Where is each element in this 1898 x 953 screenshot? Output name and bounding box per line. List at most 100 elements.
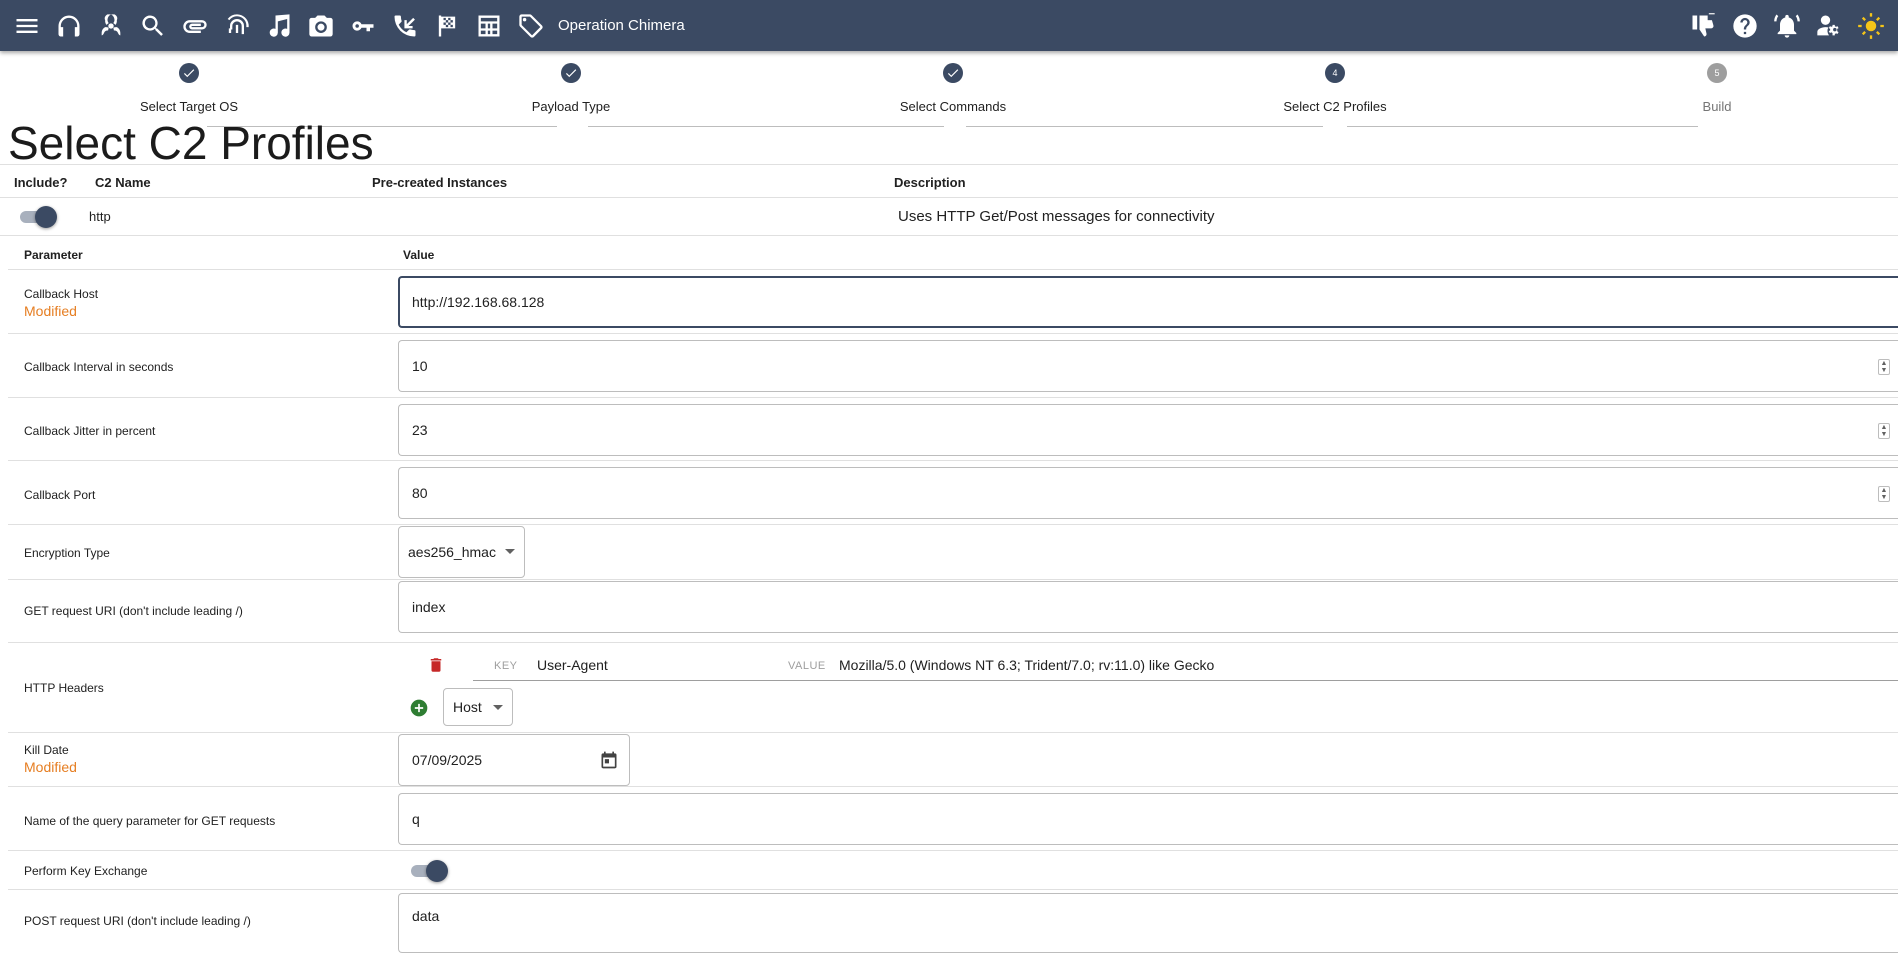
param-label: Callback Jitter in percent [24,424,156,438]
step-connector [588,126,944,127]
param-label: Callback Host [24,287,99,301]
param-label: POST request URI (don't include leading … [24,914,251,928]
step-label: Payload Type [531,99,611,114]
add-header-icon[interactable] [409,698,429,718]
user-settings-icon[interactable] [1808,5,1850,47]
encryption-type-select[interactable]: aes256_hmac [398,526,525,578]
callback-interval-input[interactable]: 10 ▲ ▼ [398,340,1898,392]
param-row-get-uri: GET request URI (don't include leading /… [8,580,1898,643]
check-icon [179,63,199,83]
c2-table-header: Include? C2 Name Pre-created Instances D… [0,164,1898,198]
build-stepper: Select Target OS Payload Type Select Com… [0,51,1898,127]
param-row-query-parameter: Name of the query parameter for GET requ… [8,787,1898,851]
param-label: HTTP Headers [24,681,104,695]
kill-date-input[interactable]: 07/09/2025 [398,734,630,786]
modified-label: Modified [24,303,77,319]
camera-icon[interactable] [300,5,342,47]
top-app-bar: Operation Chimera [0,0,1898,51]
parameters-header: Parameter Value [8,236,1898,270]
post-uri-input[interactable]: data [398,893,1898,953]
key-icon[interactable] [342,5,384,47]
chevron-down-icon [493,705,503,710]
param-row-encryption-type: Encryption Type aes256_hmac [8,525,1898,580]
param-label: Perform Key Exchange [24,864,148,878]
search-icon[interactable] [132,5,174,47]
col-description: Description [894,175,966,190]
menu-icon[interactable] [6,5,48,47]
alarm-icon[interactable] [1766,5,1808,47]
step-label: Select Commands [899,99,1007,114]
sun-icon[interactable] [1850,5,1892,47]
param-label: Name of the query parameter for GET requ… [24,814,276,828]
param-label: GET request URI (don't include leading /… [24,604,243,618]
step-number: 4 [1325,63,1345,83]
c2-profile-description: Uses HTTP Get/Post messages for connecti… [898,208,1215,225]
header-value-label: VALUE [788,660,826,672]
step-payload-type[interactable]: Payload Type [471,63,671,114]
col-include: Include? [14,175,68,190]
get-uri-input[interactable]: index [398,581,1898,633]
col-pre-created-instances: Pre-created Instances [372,175,508,190]
page-title: Select C2 Profiles [8,117,374,169]
help-icon[interactable] [1724,5,1766,47]
c2-profile-row: http Uses HTTP Get/Post messages for con… [0,198,1898,236]
query-parameter-input[interactable]: q [398,793,1898,845]
operation-name[interactable]: Operation Chimera [558,17,685,34]
checkered-flag-icon[interactable] [426,5,468,47]
header-key-label: KEY [494,660,518,672]
step-build[interactable]: 5 Build [1617,63,1817,114]
callback-port-input[interactable]: 80 ▲ ▼ [398,467,1898,519]
param-row-kill-date: Kill Date Modified 07/09/2025 [8,733,1898,787]
tag-icon[interactable] [510,5,552,47]
table-icon[interactable] [468,5,510,47]
fingerprint-icon[interactable] [216,5,258,47]
param-row-callback-interval: Callback Interval in seconds 10 ▲ ▼ [8,334,1898,398]
col-value: Value [403,248,435,262]
step-select-commands[interactable]: Select Commands [853,63,1053,114]
param-row-callback-host: Callback Host Modified http://192.168.68… [8,270,1898,334]
thumbs-down-icon[interactable] [1682,5,1724,47]
header-underline [473,680,1898,681]
callback-host-input[interactable]: http://192.168.68.128 [398,276,1898,328]
step-label: Select C2 Profiles [1283,99,1387,114]
step-select-target-os[interactable]: Select Target OS [89,63,289,114]
col-c2-name: C2 Name [95,175,151,190]
col-parameter: Parameter [24,248,83,262]
step-number: 5 [1707,63,1727,83]
modified-label: Modified [24,759,77,775]
step-connector [1347,126,1698,127]
number-spinner[interactable]: ▲ ▼ [1878,359,1890,375]
number-spinner[interactable]: ▲ ▼ [1878,423,1890,439]
param-label: Kill Date [24,743,69,757]
headphones-icon[interactable] [48,5,90,47]
param-label: Callback Interval in seconds [24,360,174,374]
c2-profile-name: http [89,209,111,224]
header-key-input[interactable]: User-Agent [537,657,608,673]
delete-icon[interactable] [427,655,445,675]
step-label: Select Target OS [139,99,239,114]
chevron-down-icon [505,549,515,554]
param-row-http-headers: HTTP Headers KEY User-Agent VALUE Mozill… [8,643,1898,733]
step-connector [966,126,1323,127]
phone-callback-icon[interactable] [384,5,426,47]
new-header-select[interactable]: Host [443,688,513,726]
key-exchange-toggle[interactable] [409,859,449,883]
param-label: Encryption Type [24,546,110,560]
step-select-c2-profiles[interactable]: 4 Select C2 Profiles [1235,63,1435,114]
step-label: Build [1702,99,1732,114]
param-row-post-uri: POST request URI (don't include leading … [8,890,1898,953]
music-notes-icon[interactable] [258,5,300,47]
param-row-callback-jitter: Callback Jitter in percent 23 ▲ ▼ [8,398,1898,461]
param-row-callback-port: Callback Port 80 ▲ ▼ [8,461,1898,525]
callback-jitter-input[interactable]: 23 ▲ ▼ [398,404,1898,456]
param-row-key-exchange: Perform Key Exchange [8,851,1898,890]
include-toggle[interactable] [18,205,58,229]
check-icon [561,63,581,83]
biohazard-icon[interactable] [90,5,132,47]
header-value-input[interactable]: Mozilla/5.0 (Windows NT 6.3; Trident/7.0… [839,657,1214,673]
paperclip-icon[interactable] [174,5,216,47]
check-icon [943,63,963,83]
number-spinner[interactable]: ▲ ▼ [1878,486,1890,502]
calendar-icon[interactable] [599,750,619,770]
param-label: Callback Port [24,488,96,502]
